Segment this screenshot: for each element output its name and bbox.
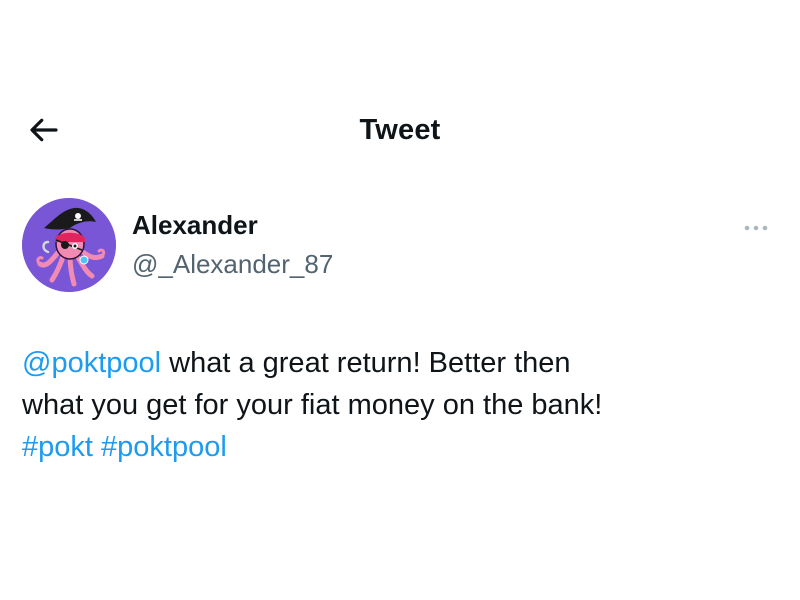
more-options-button[interactable] bbox=[734, 214, 778, 242]
hashtag-separator bbox=[93, 431, 101, 463]
hashtag-link-pokt[interactable]: #pokt bbox=[22, 431, 93, 463]
author-handle[interactable]: @_Alexander_87 bbox=[132, 247, 333, 281]
more-horizontal-icon bbox=[744, 225, 768, 231]
mention-link[interactable]: @poktpool bbox=[22, 347, 161, 379]
tweet-author: Alexander @_Alexander_87 bbox=[22, 198, 778, 294]
pirate-octopus-icon bbox=[22, 198, 116, 292]
tweet-text: @poktpool what a great return! Better th… bbox=[22, 342, 762, 468]
avatar[interactable] bbox=[22, 198, 116, 292]
tweet-header: Tweet bbox=[0, 96, 800, 166]
page-title: Tweet bbox=[359, 114, 441, 146]
hashtag-link-poktpool[interactable]: #poktpool bbox=[101, 431, 227, 463]
tweet-line-1: @poktpool what a great return! Better th… bbox=[22, 342, 762, 384]
author-display-name[interactable]: Alexander bbox=[132, 208, 258, 242]
tweet-line-2: what you get for your fiat money on the … bbox=[22, 389, 603, 421]
tweet-text-part-1: what a great return! Better then bbox=[161, 347, 571, 379]
tweet-line-3: #pokt #poktpool bbox=[22, 426, 762, 468]
